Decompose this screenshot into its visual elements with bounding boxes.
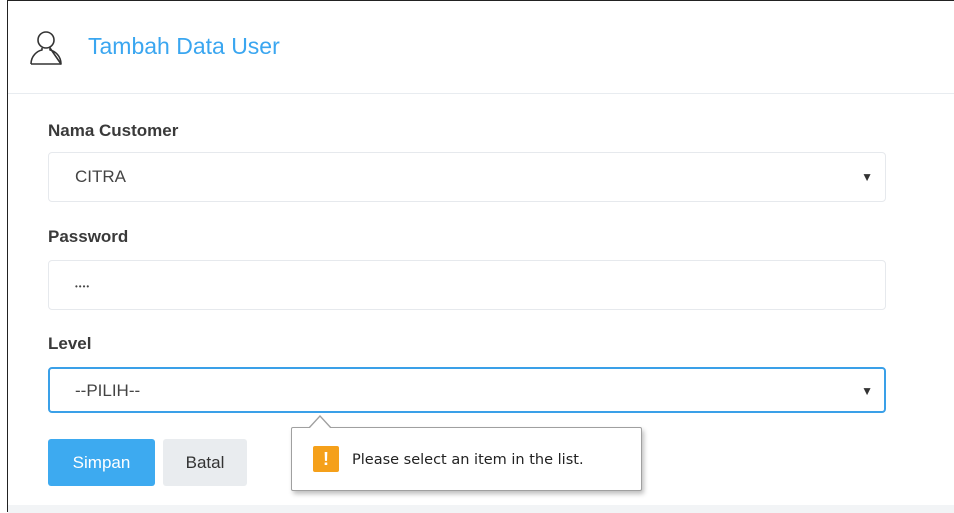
chevron-down-icon: ▼ <box>861 170 873 184</box>
validation-tooltip: ! Please select an item in the list. <box>291 415 642 491</box>
tooltip-arrow-fill <box>309 417 331 429</box>
warning-icon: ! <box>313 446 339 472</box>
page-title: Tambah Data User <box>88 33 280 59</box>
user-outline-icon <box>30 31 62 65</box>
password-field[interactable]: •••• <box>48 260 886 310</box>
cancel-button[interactable]: Batal <box>163 439 247 486</box>
level-select[interactable]: --PILIH-- ▼ <box>48 367 886 413</box>
password-value: •••• <box>75 282 91 291</box>
customer-label: Nama Customer <box>48 121 179 140</box>
level-select-value: --PILIH-- <box>75 381 141 400</box>
validation-message: Please select an item in the list. <box>352 452 584 468</box>
customer-select-value: CITRA <box>75 167 126 186</box>
customer-select[interactable]: CITRA ▼ <box>48 152 886 202</box>
chevron-down-icon: ▼ <box>861 384 873 398</box>
panel-header: Tambah Data User <box>8 1 954 94</box>
save-button[interactable]: Simpan <box>48 439 155 486</box>
form-panel: Tambah Data User Nama Customer CITRA ▼ P… <box>7 0 954 513</box>
password-label: Password <box>48 227 129 246</box>
level-label: Level <box>48 334 92 353</box>
